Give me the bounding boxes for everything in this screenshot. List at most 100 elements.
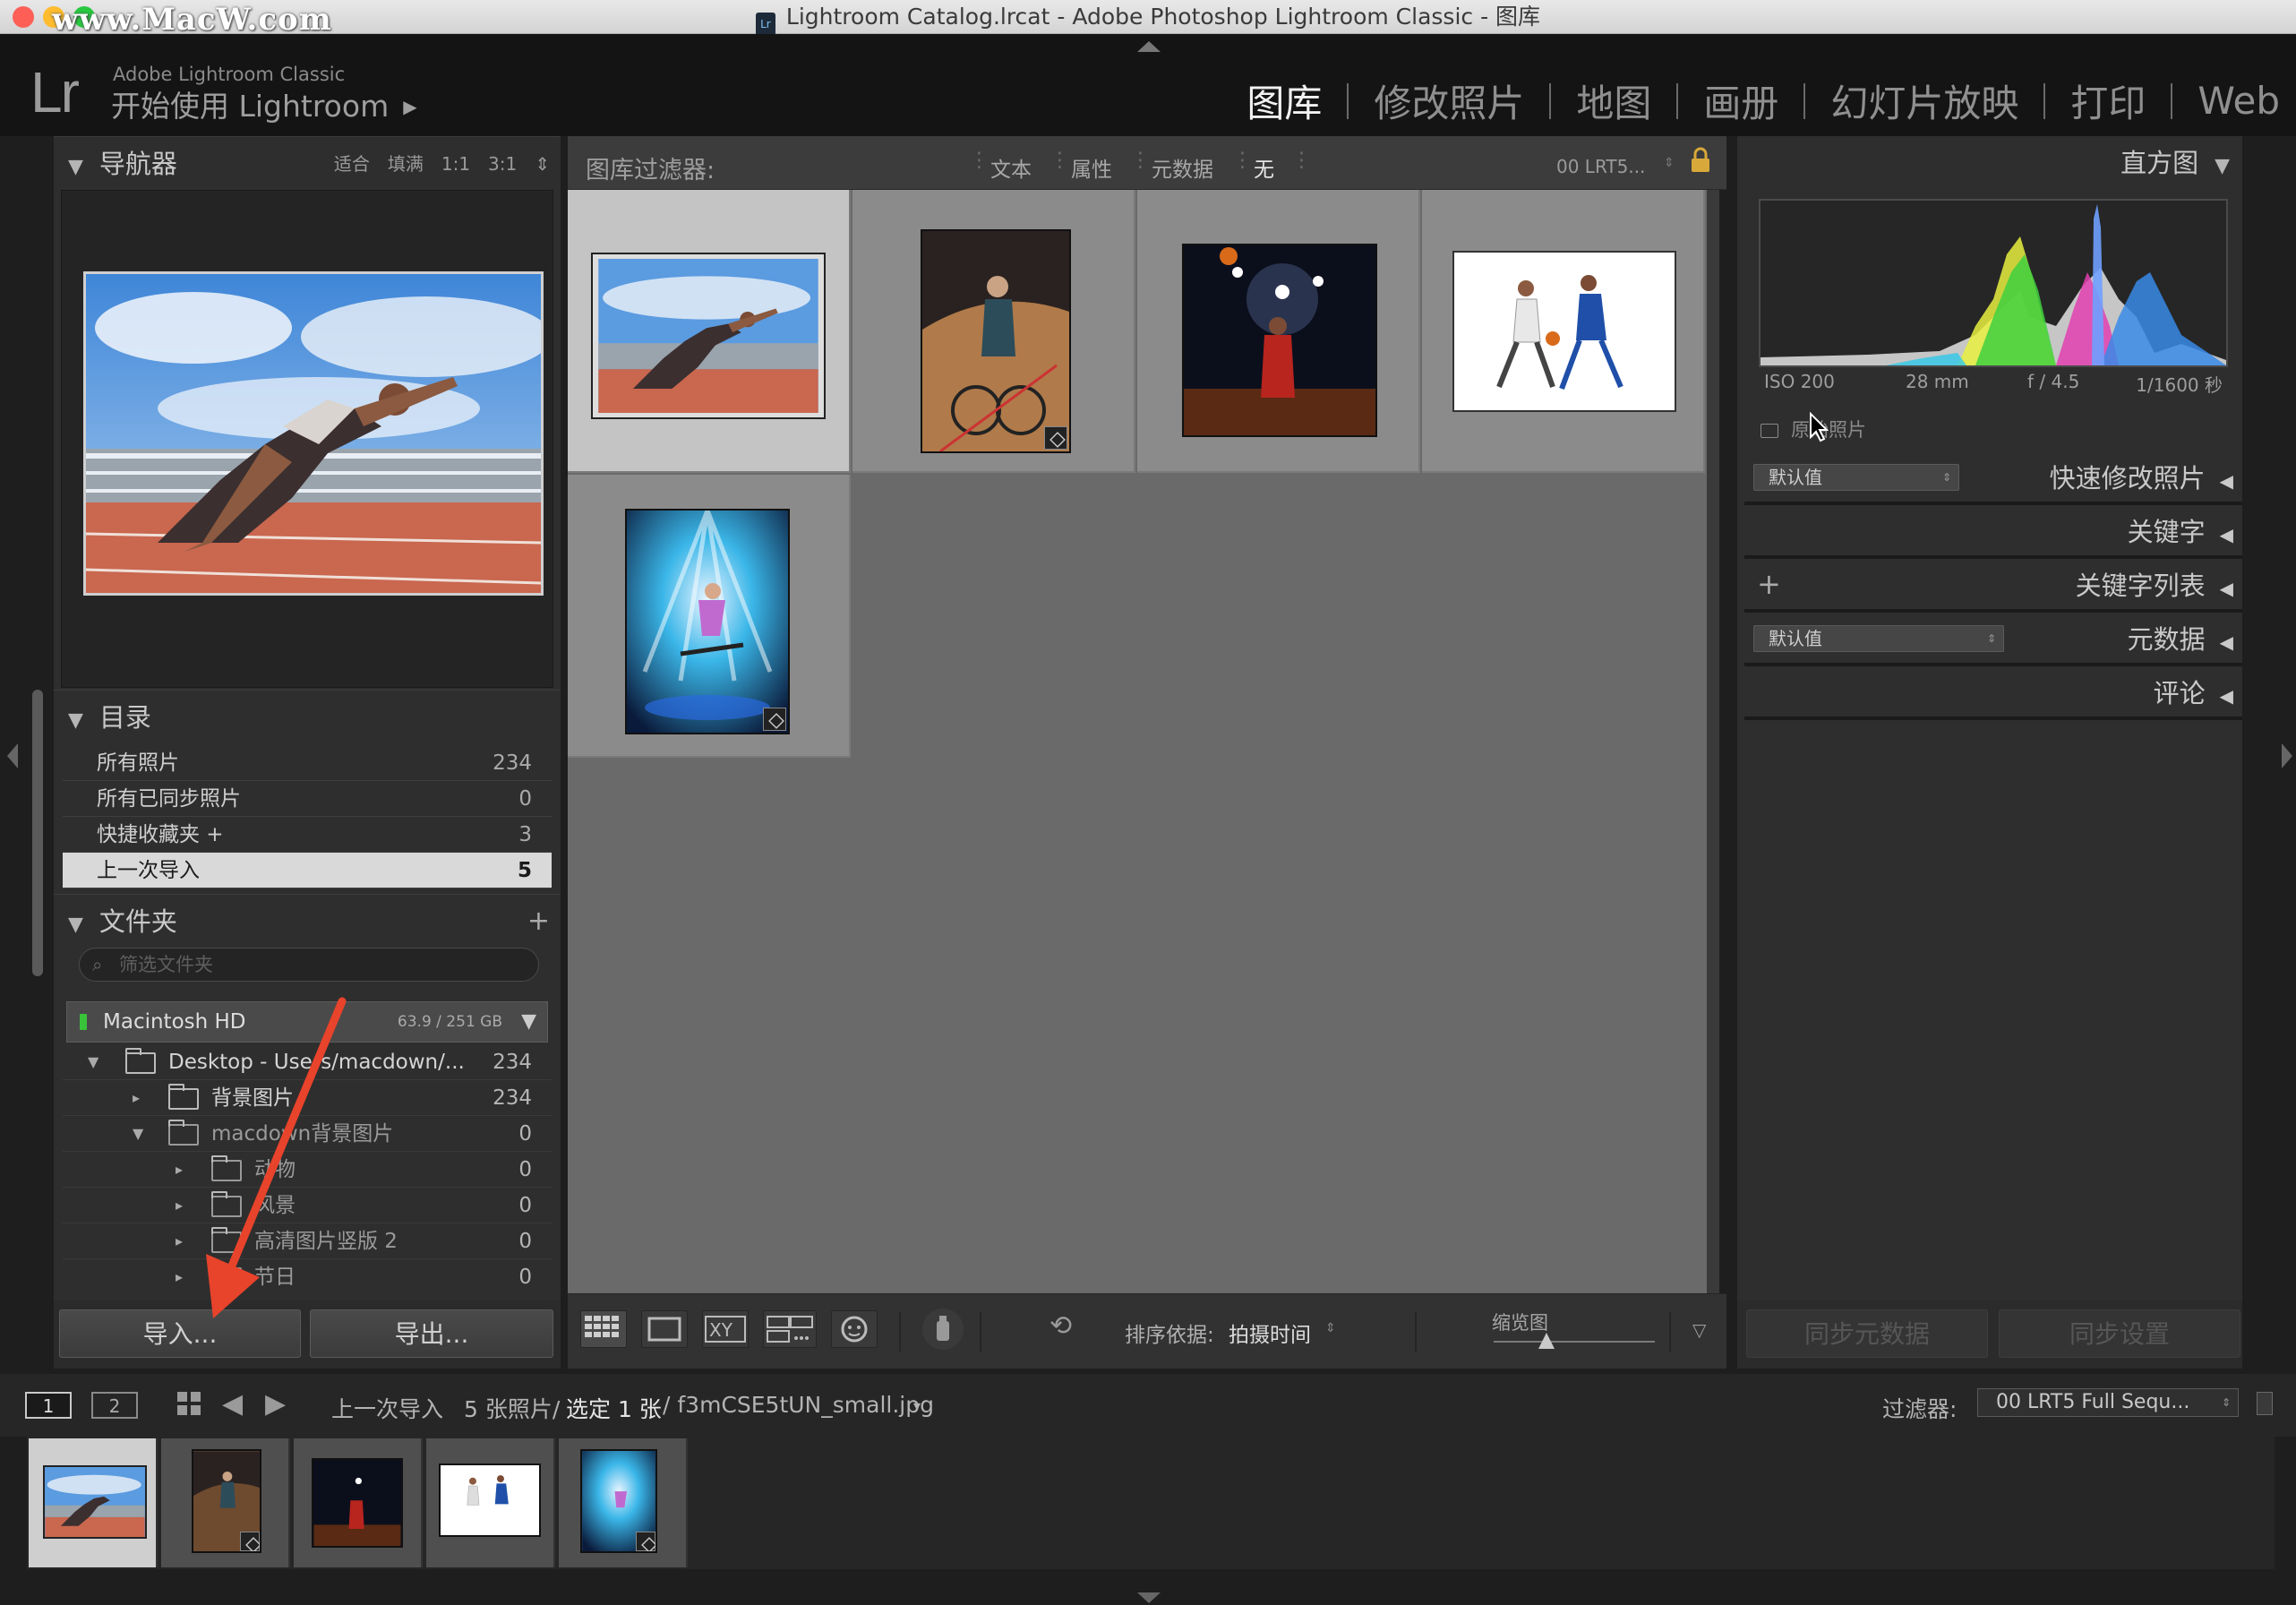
sprinter-photo — [598, 259, 818, 413]
zoom-3-1[interactable]: 3:1 — [488, 153, 517, 175]
zoom-more-icon[interactable]: ⇕ — [535, 153, 550, 175]
checkbox-icon[interactable] — [1761, 424, 1778, 438]
metadata-preset-select[interactable]: 默认值 ⇕ — [1753, 625, 2004, 652]
filmstrip-cell-skateboarder[interactable] — [559, 1438, 688, 1567]
forward-arrow-icon[interactable]: ▶ — [265, 1388, 286, 1420]
sync-metadata-button[interactable]: 同步元数据 — [1746, 1309, 1988, 1358]
folders-header[interactable]: ▼ 文件夹 + — [54, 894, 561, 948]
filter-none[interactable]: 无 — [1254, 152, 1274, 183]
module-library[interactable]: 图库 — [1221, 73, 1347, 128]
people-view-button[interactable] — [831, 1310, 878, 1348]
sort-direction-icon[interactable]: ⟲ — [1049, 1310, 1072, 1342]
filter-attribute[interactable]: 属性 — [1071, 152, 1112, 183]
filmstrip-cell-basketball-players[interactable] — [426, 1438, 555, 1567]
filmstrip-cell-basketball-dunk[interactable] — [294, 1438, 423, 1567]
filmstrip-source[interactable]: 上一次导入 — [331, 1392, 443, 1424]
module-print[interactable]: 打印 — [2045, 73, 2171, 128]
expand-left-triangle-icon: ◀ — [2219, 685, 2233, 707]
lock-icon[interactable] — [1691, 147, 1710, 174]
navigator-preview-image[interactable] — [83, 271, 552, 596]
keywording-panel[interactable]: 关键字 ◀ — [1744, 505, 2242, 559]
sync-settings-button[interactable]: 同步设置 — [1999, 1309, 2240, 1358]
filter-lock-switch[interactable] — [2257, 1392, 2273, 1415]
basketball-arena-photo — [1184, 245, 1375, 435]
primary-window-button[interactable]: 1 — [25, 1392, 72, 1419]
filename-dropdown-icon[interactable]: ▾ — [913, 1397, 921, 1414]
filmstrip-filter-select[interactable]: 00 LRT5 Full Sequ... ⇕ — [1977, 1388, 2239, 1417]
grid-cell-sprinter[interactable] — [568, 190, 851, 473]
filter-metadata[interactable]: 元数据 — [1152, 152, 1213, 183]
grid-cell-cyclist[interactable] — [852, 190, 1135, 473]
add-folder-icon[interactable]: + — [527, 895, 550, 948]
keyword-list-panel[interactable]: + 关键字列表 ◀ — [1744, 559, 2242, 613]
comments-panel[interactable]: 评论 ◀ — [1744, 666, 2242, 720]
zoom-fill[interactable]: 填满 — [388, 153, 424, 175]
filmstrip-cell-sprinter[interactable] — [29, 1438, 158, 1567]
volume-menu-icon[interactable]: ▼ — [521, 1002, 536, 1042]
catalog-item-synced[interactable]: 所有已同步照片 0 — [63, 781, 552, 817]
expand-triangle-icon[interactable]: ▼ — [133, 1116, 143, 1152]
grid-cell-basketball-dunk[interactable] — [1137, 190, 1420, 473]
library-toolbar: XY ⟲ 排序依据: 拍摄时间 ⇕ 缩览图 ▽ — [568, 1293, 1726, 1369]
painter-spray-icon[interactable] — [922, 1309, 964, 1350]
thumbnail-size-slider[interactable] — [1494, 1333, 1655, 1349]
thumbnail-sprinter — [591, 253, 826, 419]
grid-cell-basketball-players[interactable] — [1422, 190, 1705, 473]
module-develop[interactable]: 修改照片 — [1349, 73, 1549, 128]
back-arrow-icon[interactable]: ◀ — [222, 1388, 243, 1420]
collapsed-triangle-icon[interactable]: ▸ — [133, 1080, 140, 1116]
module-book[interactable]: 画册 — [1678, 73, 1803, 128]
loupe-view-button[interactable] — [641, 1310, 688, 1348]
module-map[interactable]: 地图 — [1551, 73, 1676, 128]
survey-view-button[interactable] — [763, 1310, 817, 1348]
lightroom-app-icon: Lr — [755, 13, 775, 36]
catalog-item-all-photos[interactable]: 所有照片 234 — [63, 745, 552, 781]
zoom-fit[interactable]: 适合 — [334, 153, 370, 175]
toolbar-menu-icon[interactable]: ▽ — [1692, 1319, 1706, 1341]
histogram-graph[interactable] — [1759, 199, 2228, 367]
basketball-players-photo — [1454, 253, 1675, 410]
sort-criteria-select[interactable]: 拍摄时间 — [1229, 1317, 1311, 1348]
navigator-header[interactable]: ▼ 导航器 适合 填满 1:1 3:1 ⇕ — [54, 136, 561, 190]
slider-thumb[interactable] — [1538, 1333, 1555, 1349]
histogram-exif-info: ISO 200 28 mm f / 4.5 1/1600 秒 — [1764, 371, 2230, 403]
top-panel-toggle-icon[interactable] — [1137, 41, 1161, 52]
catalog-item-previous-import[interactable]: 上一次导入 5 — [63, 853, 552, 888]
module-slideshow[interactable]: 幻灯片放映 — [1805, 73, 2043, 128]
module-web[interactable]: Web — [2172, 79, 2280, 123]
grid-cell-skateboarder[interactable] — [568, 475, 851, 758]
activity-center[interactable]: 开始使用 Lightroom ▶ — [111, 82, 417, 125]
zoom-1-1[interactable]: 1:1 — [441, 153, 470, 175]
edit-badge-icon — [636, 1532, 655, 1551]
filter-text[interactable]: 文本 — [990, 152, 1032, 183]
right-panel-toggle-icon[interactable] — [2282, 743, 2292, 768]
quick-develop-preset-select[interactable]: 默认值 ⇕ — [1753, 464, 1959, 491]
expand-triangle-icon[interactable]: ▼ — [88, 1044, 99, 1080]
current-filename[interactable]: / f3mCSE5tUN_small.jpg — [663, 1392, 934, 1418]
secondary-window-button[interactable]: 2 — [91, 1392, 138, 1419]
watermark: www.MacW.com — [52, 2, 332, 38]
filter-preset-select[interactable]: 00 LRT5... — [1556, 156, 1645, 177]
quick-develop-panel[interactable]: 默认值 ⇕ 快速修改照片 ◀ — [1744, 451, 2242, 505]
cyclist-photo — [922, 231, 1069, 453]
histogram-header[interactable]: 直方图 ▼ — [1737, 136, 2235, 190]
add-keyword-icon[interactable]: + — [1757, 557, 1781, 611]
thumbnails-label: 缩览图 — [1492, 1312, 1548, 1334]
left-panel-scrollbar[interactable] — [32, 690, 43, 976]
left-panel-toggle-icon[interactable] — [7, 743, 18, 768]
filmstrip-cell-cyclist[interactable] — [161, 1438, 290, 1567]
filmstrip-toggle-icon[interactable] — [1137, 1592, 1161, 1603]
folder-filter-input[interactable]: ⌕ 筛选文件夹 — [79, 948, 539, 982]
shutter-speed: 1/1600 秒 — [2136, 374, 2223, 396]
edit-badge-icon — [763, 708, 786, 731]
catalog-header[interactable]: ▼ 目录 — [54, 690, 561, 743]
metadata-panel[interactable]: 默认值 ⇕ 元数据 ◀ — [1744, 613, 2242, 666]
grid-view-button[interactable] — [580, 1310, 627, 1348]
filmstrip-thumb-sprinter — [43, 1465, 147, 1539]
compare-view-button[interactable]: XY — [702, 1310, 749, 1348]
grid-mode-icon[interactable] — [176, 1390, 202, 1417]
thumbnail-basketball-dunk — [1182, 244, 1377, 437]
search-icon: ⌕ — [92, 954, 103, 975]
catalog-item-quick-collection[interactable]: 快捷收藏夹 +3 — [63, 817, 552, 853]
grid-scrollbar[interactable] — [1707, 190, 1719, 1293]
